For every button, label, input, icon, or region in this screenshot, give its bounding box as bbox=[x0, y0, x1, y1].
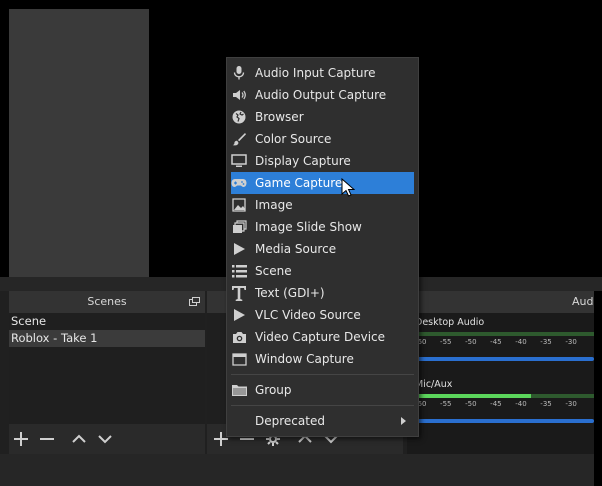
play-icon bbox=[231, 241, 247, 257]
minus-icon bbox=[40, 438, 54, 440]
menu-item-image[interactable]: Image bbox=[227, 194, 418, 216]
db-tick: -35 bbox=[540, 400, 552, 408]
menu-item-scene[interactable]: Scene bbox=[227, 260, 418, 282]
db-tick: -35 bbox=[540, 338, 552, 346]
globe-icon bbox=[231, 109, 247, 125]
menu-separator bbox=[231, 405, 414, 406]
menu-item-media-source[interactable]: Media Source bbox=[227, 238, 418, 260]
scenes-dock-title: Scenes bbox=[9, 291, 205, 313]
menu-separator bbox=[231, 374, 414, 375]
channel-label-mic-aux: Mic/Aux bbox=[415, 379, 453, 390]
vlc-play-icon bbox=[231, 307, 247, 323]
db-scale: -60 -55 -50 -45 -40 -35 -30 bbox=[415, 338, 594, 348]
db-tick: -50 bbox=[465, 400, 477, 408]
paintbrush-icon bbox=[231, 131, 247, 147]
meter-level-mic-aux bbox=[415, 394, 532, 398]
volume-meter-desktop-audio bbox=[415, 332, 594, 336]
scene-item-selected[interactable]: Roblox - Take 1 bbox=[9, 330, 205, 347]
menu-item-deprecated[interactable]: Deprecated bbox=[227, 410, 418, 432]
db-scale: -60 -55 -50 -45 -40 -35 -30 bbox=[415, 400, 594, 410]
db-tick: -30 bbox=[565, 400, 577, 408]
scenes-list: Scene Roblox - Take 1 bbox=[9, 313, 205, 424]
menu-item-browser[interactable]: Browser bbox=[227, 106, 418, 128]
move-scene-up-button[interactable] bbox=[69, 429, 89, 449]
speaker-icon bbox=[231, 87, 247, 103]
menu-item-audio-input-capture[interactable]: Audio Input Capture bbox=[227, 62, 418, 84]
menu-item-vlc-video-source[interactable]: VLC Video Source bbox=[227, 304, 418, 326]
menu-item-color-source[interactable]: Color Source bbox=[227, 128, 418, 150]
audio-mixer-title: Audi bbox=[407, 291, 602, 313]
menu-item-text-gdi[interactable]: Text (GDI+) bbox=[227, 282, 418, 304]
monitor-icon bbox=[231, 153, 247, 169]
scenes-toolbar bbox=[9, 424, 205, 454]
menu-item-group[interactable]: Group bbox=[227, 379, 418, 401]
image-icon bbox=[231, 197, 247, 213]
menu-item-video-capture-device[interactable]: Video Capture Device bbox=[227, 326, 418, 348]
slideshow-icon bbox=[231, 219, 247, 235]
obs-window: Scenes Scene Roblox - Take 1 Audi Deskto… bbox=[0, 0, 602, 486]
channel-label-desktop-audio: Desktop Audio bbox=[415, 317, 485, 328]
move-scene-down-button[interactable] bbox=[95, 429, 115, 449]
db-tick: -40 bbox=[515, 400, 527, 408]
text-icon bbox=[231, 285, 247, 301]
add-scene-button[interactable] bbox=[11, 429, 31, 449]
menu-item-window-capture[interactable]: Window Capture bbox=[227, 348, 418, 370]
audio-mixer-body: Desktop Audio -60 -55 -50 -45 -40 -35 -3… bbox=[407, 313, 602, 454]
chevron-up-icon bbox=[72, 434, 86, 443]
scenes-dock: Scenes Scene Roblox - Take 1 bbox=[9, 291, 205, 454]
window-edge bbox=[594, 291, 602, 486]
menu-item-game-capture[interactable]: Game Capture bbox=[231, 172, 414, 194]
db-tick: -55 bbox=[440, 400, 452, 408]
db-tick: -30 bbox=[565, 338, 577, 346]
audio-mixer-dock: Audi Desktop Audio -60 -55 -50 -45 -40 -… bbox=[407, 291, 602, 454]
plus-icon bbox=[14, 432, 28, 446]
db-tick: -50 bbox=[465, 338, 477, 346]
db-tick: -45 bbox=[490, 400, 502, 408]
menu-item-image-slide-show[interactable]: Image Slide Show bbox=[227, 216, 418, 238]
camera-icon bbox=[231, 329, 247, 345]
folder-icon bbox=[231, 382, 247, 398]
chevron-right-icon bbox=[401, 417, 406, 425]
volume-slider-mic-aux[interactable] bbox=[415, 419, 594, 423]
gamepad-icon bbox=[231, 175, 247, 191]
mouse-cursor-icon bbox=[341, 178, 355, 197]
volume-meter-mic-aux bbox=[415, 394, 594, 398]
volume-slider-desktop-audio[interactable] bbox=[415, 357, 594, 361]
menu-item-audio-output-capture[interactable]: Audio Output Capture bbox=[227, 84, 418, 106]
preview-canvas bbox=[9, 9, 149, 277]
db-tick: -40 bbox=[515, 338, 527, 346]
scene-item[interactable]: Scene bbox=[9, 313, 205, 330]
add-source-menu: Audio Input Capture Audio Output Capture… bbox=[226, 57, 419, 437]
list-icon bbox=[231, 263, 247, 279]
menu-item-display-capture[interactable]: Display Capture bbox=[227, 150, 418, 172]
status-area bbox=[0, 454, 602, 486]
undock-icon[interactable] bbox=[189, 297, 200, 306]
window-icon bbox=[231, 351, 247, 367]
db-tick: -55 bbox=[440, 338, 452, 346]
chevron-down-icon bbox=[98, 435, 112, 444]
remove-scene-button[interactable] bbox=[37, 429, 57, 449]
microphone-icon bbox=[231, 65, 247, 81]
db-tick: -45 bbox=[490, 338, 502, 346]
